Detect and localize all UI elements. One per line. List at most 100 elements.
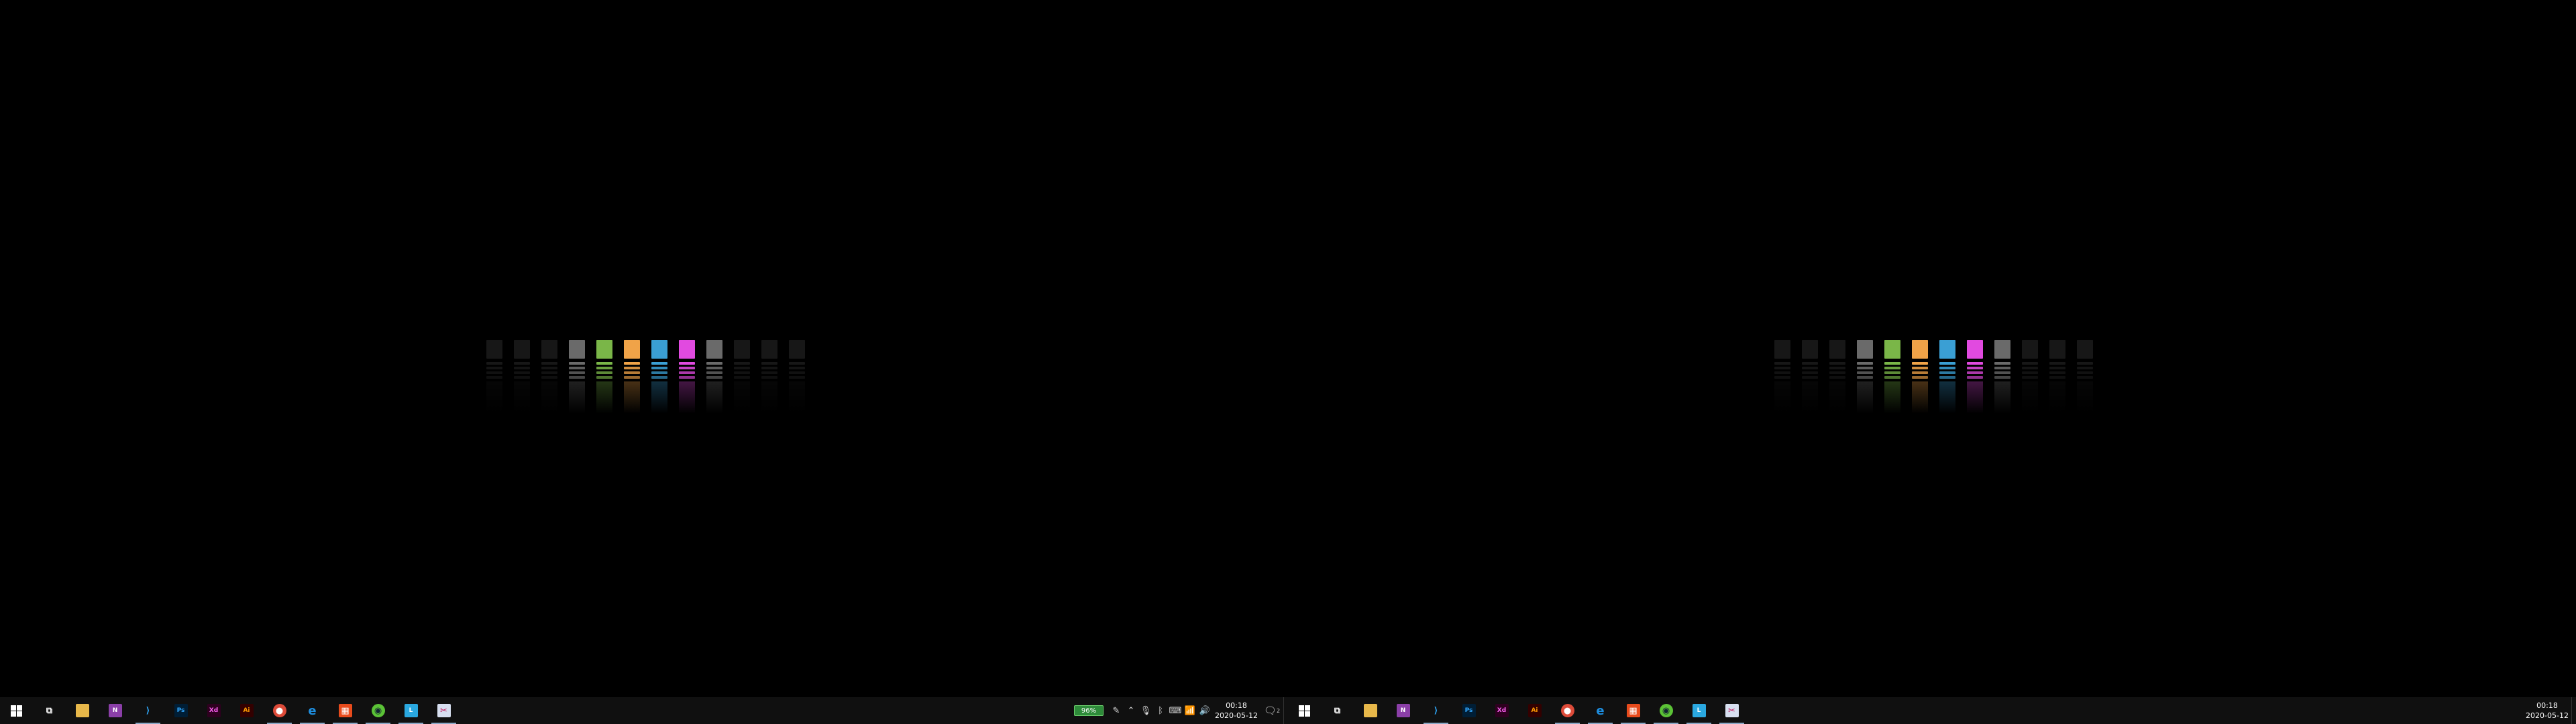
taskbar: ⧉ N ⟩ Ps Xd Ai ● e ▦ ◉ L ✂ 00:18 2020-05-12 [1288,697,2576,724]
clock-date: 2020-05-12 [1215,711,1258,720]
battery-indicator[interactable]: 96% [1074,705,1104,716]
edge-icon: e [308,703,317,718]
taskbar-store-button[interactable]: ▦ [1617,697,1650,724]
taskbar-chrome-button[interactable]: ● [1551,697,1584,724]
taskbar-snip-button[interactable]: ✂ [1715,697,1748,724]
taskbar-edge-button[interactable]: e [296,697,329,724]
snip-icon: ✂ [1725,704,1739,717]
wallpaper-bar-gray [569,340,585,414]
photoshop-icon: Ps [174,704,188,717]
taskbar-xd-button[interactable]: Xd [197,697,230,724]
green-app-icon: ◉ [371,704,385,717]
wallpaper-bar-dark [541,340,557,414]
bluetooth-icon[interactable]: ᛒ [1153,697,1168,724]
wallpaper-bar-dark [514,340,530,414]
taskbar-file-explorer-button[interactable] [1354,697,1387,724]
windows-logo-icon [10,704,23,717]
taskbar-chrome-button[interactable]: ● [263,697,296,724]
taskbar-store-button[interactable]: ▦ [329,697,362,724]
taskbar-edge-button[interactable]: e [1584,697,1617,724]
keyboard-icon[interactable]: ⌨ [1168,697,1183,724]
wallpaper-bar-blue [1939,340,1955,414]
taskbar: ⧉ N ⟩ Ps Xd Ai ● e ▦ ◉ L ✂ 96% ✎ ⌃ 🎙 ᛒ ⌨ 📶 🔊 00:18 … [0,697,1288,724]
show-desktop-button[interactable] [2571,697,2576,724]
vscode-icon: ⟩ [146,705,150,716]
taskbar-l-app-button[interactable]: L [394,697,427,724]
wallpaper-bar-dark [734,340,750,414]
taskbar-illustrator-button[interactable]: Ai [230,697,263,724]
clock[interactable]: 00:18 2020-05-12 [2523,701,2571,721]
chrome-icon: ● [272,704,286,717]
wallpaper-bar-green [1884,340,1900,414]
wallpaper-bar-blue [651,340,667,414]
taskbar-photoshop-button[interactable]: Ps [164,697,197,724]
task-view-icon: ⧉ [1334,705,1341,716]
folder-icon [1363,704,1377,717]
microphone-icon[interactable]: 🎙 [1138,697,1153,724]
task-view-icon: ⧉ [46,705,53,716]
taskbar-start-button[interactable] [1288,697,1321,724]
clock-date: 2020-05-12 [2526,711,2569,720]
taskbar-onenote-button[interactable]: N [99,697,131,724]
folder-icon [75,704,89,717]
clock[interactable]: 00:18 2020-05-12 [1212,701,1260,721]
wallpaper-bar-dark [789,340,805,414]
taskbar-l-app-button[interactable]: L [1682,697,1715,724]
onenote-icon: N [108,704,122,717]
onenote-icon: N [1396,704,1410,717]
wallpaper-bar-dark [2077,340,2093,414]
pen-icon[interactable]: ✎ [1109,697,1124,724]
l-app-icon: L [404,704,418,717]
volume-icon[interactable]: 🔊 [1197,697,1212,724]
wallpaper-bar-dark [1829,340,1845,414]
l-app-icon: L [1692,704,1706,717]
right-monitor-desktop: ⧉ N ⟩ Ps Xd Ai ● e ▦ ◉ L ✂ 00:18 2020-05-12 [1288,0,2576,724]
illustrator-icon: Ai [239,704,254,717]
taskbar-xd-button[interactable]: Xd [1485,697,1518,724]
illustrator-icon: Ai [1527,704,1542,717]
green-app-icon: ◉ [1659,704,1673,717]
photoshop-icon: Ps [1462,704,1476,717]
wallpaper-bar-dark [2049,340,2065,414]
taskbar-snip-button[interactable]: ✂ [427,697,460,724]
clock-time: 00:18 [2536,701,2558,710]
chevron-up-icon[interactable]: ⌃ [1124,697,1138,724]
taskbar-onenote-button[interactable]: N [1387,697,1419,724]
taskbar-apps: ⧉ N ⟩ Ps Xd Ai ● e ▦ ◉ L ✂ [1288,697,1748,724]
taskbar-illustrator-button[interactable]: Ai [1518,697,1551,724]
wallpaper-bar-gray [1857,340,1873,414]
wallpaper-bar-green [596,340,612,414]
wallpaper-bar-dark [761,340,777,414]
taskbar-apps: ⧉ N ⟩ Ps Xd Ai ● e ▦ ◉ L ✂ [0,697,460,724]
notification-center-icon[interactable]: 🗨 2 [1260,697,1283,724]
xd-icon: Xd [1495,704,1509,717]
show-desktop-button[interactable] [1283,697,1288,724]
wallpaper-bar-dark [1802,340,1818,414]
snip-icon: ✂ [437,704,451,717]
taskbar-task-view-button[interactable]: ⧉ [33,697,66,724]
left-monitor-desktop: ⧉ N ⟩ Ps Xd Ai ● e ▦ ◉ L ✂ 96% ✎ ⌃ 🎙 ᛒ ⌨ 📶 🔊 00:18 … [0,0,1288,724]
taskbar-vscode-button[interactable]: ⟩ [131,697,164,724]
store-icon: ▦ [338,704,352,717]
wallpaper-bar-orange [1912,340,1928,414]
taskbar-start-button[interactable] [0,697,33,724]
chrome-icon: ● [1560,704,1574,717]
edge-icon: e [1596,703,1605,718]
wallpaper-bar-orange [624,340,640,414]
windows-logo-icon [1298,704,1311,717]
taskbar-photoshop-button[interactable]: Ps [1452,697,1485,724]
wallpaper-bar-magenta [679,340,695,414]
store-icon: ▦ [1626,704,1640,717]
taskbar-task-view-button[interactable]: ⧉ [1321,697,1354,724]
vscode-icon: ⟩ [1434,705,1438,716]
wallpaper-bar-dark [2022,340,2038,414]
clock-time: 00:18 [1226,701,1247,710]
taskbar-file-explorer-button[interactable] [66,697,99,724]
wallpaper-bar-magenta [1967,340,1983,414]
taskbar-figma-button[interactable]: ◉ [362,697,394,724]
wallpaper-bar-dark [1774,340,1790,414]
taskbar-figma-button[interactable]: ◉ [1650,697,1682,724]
taskbar-vscode-button[interactable]: ⟩ [1419,697,1452,724]
wallpaper-bar-dark [486,340,502,414]
wifi-icon[interactable]: 📶 [1183,697,1197,724]
